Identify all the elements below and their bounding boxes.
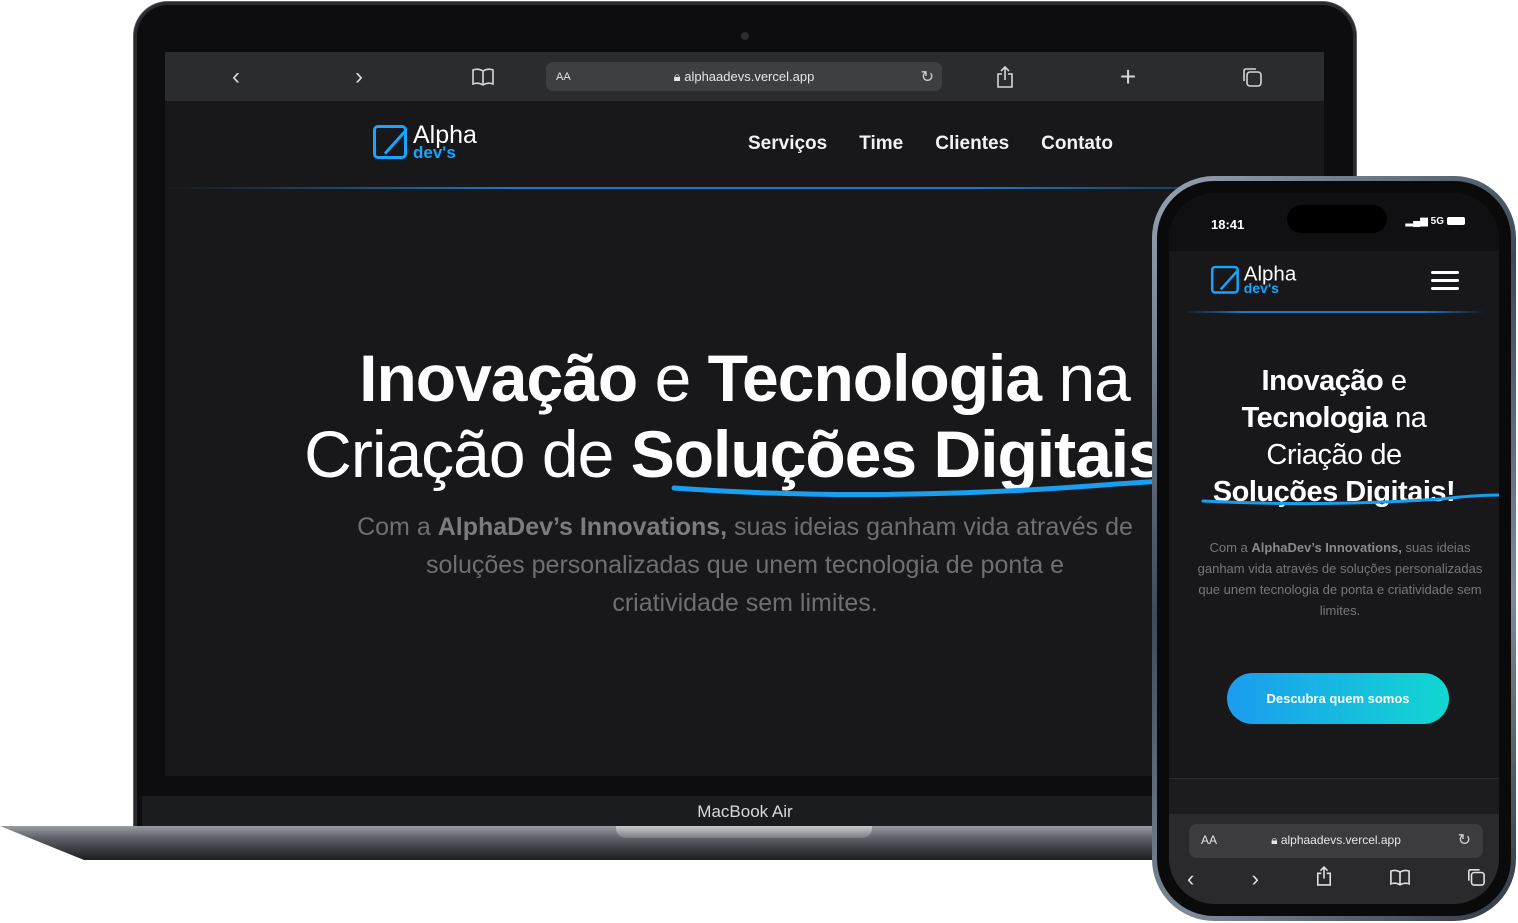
battery-icon [1447, 217, 1465, 226]
hero-word-inovacao: Inovação [359, 341, 638, 415]
nav-item-time[interactable]: Time [859, 133, 903, 155]
phone-sub-pre: Com a [1209, 540, 1248, 555]
signal-bars-icon: ▂▄▆ [1405, 216, 1428, 227]
chevron-right-icon[interactable]: › [1252, 866, 1259, 892]
book-icon[interactable] [1389, 866, 1410, 892]
url-text: 🔒︎ alphaadevs.vercel.app [673, 68, 815, 84]
site-header: Alpha dev's [165, 101, 1324, 190]
phone-bezel: 18:41 ▂▄▆ 5G Alpha dev's Inovação e Tecn… [1157, 181, 1511, 916]
logo-text: Alpha dev's [413, 123, 477, 161]
site-logo[interactable]: Alpha dev's [373, 123, 477, 161]
hamburger-menu-icon[interactable] [1431, 271, 1459, 295]
dynamic-island [1287, 205, 1387, 233]
phone-word-inovacao: Inovação [1261, 365, 1384, 397]
chevron-right-icon[interactable]: › [344, 62, 374, 92]
phone-frame: 18:41 ▂▄▆ 5G Alpha dev's Inovação e Tecn… [1152, 176, 1516, 921]
hero-word-e: e [654, 341, 692, 415]
hero-title-line1: Inovação e Tecnologia na [165, 340, 1324, 416]
laptop-hinge-notch [616, 826, 872, 838]
phone-site-logo[interactable]: Alpha dev's [1211, 264, 1296, 295]
hero-word-criacao-de: Criação de [304, 417, 614, 491]
laptop-screen: ‹ › AA 🔒︎ alphaadevs.vercel.app ↻ + Alph… [165, 52, 1324, 776]
laptop-camera [741, 32, 749, 40]
chevron-left-icon[interactable]: ‹ [221, 62, 251, 92]
nav-item-servicos[interactable]: Serviços [748, 133, 827, 155]
phone-word-criacao-de: Criação de [1266, 439, 1402, 471]
logo-text: Alpha dev's [1244, 264, 1296, 295]
hero-sub-brand: AlphaDev’s Innovations, [437, 513, 728, 541]
phone-safari-bar: AA 🔒︎ alphaadevs.vercel.app ↻ ‹ › [1169, 814, 1499, 904]
logo-mark-icon [1211, 265, 1239, 294]
nav-item-clientes[interactable]: Clientes [935, 133, 1009, 155]
lock-icon: 🔒︎ [673, 68, 681, 84]
phone-page-footer [1169, 778, 1499, 814]
status-network: 5G [1430, 216, 1444, 227]
phone-word-e: e [1390, 365, 1407, 397]
nav-item-contato[interactable]: Contato [1041, 133, 1113, 155]
phone-underline-swoosh [1201, 493, 1499, 506]
status-time: 18:41 [1211, 217, 1245, 232]
hero-word-na: na [1058, 341, 1130, 415]
phone-url-text: 🔒︎ alphaadevs.vercel.app [1271, 833, 1401, 847]
lock-icon: 🔒︎ [1271, 833, 1278, 847]
phone-browser-tools: ‹ › [1187, 865, 1485, 892]
hero-sub-line2: soluções personalizadas que unem tecnolo… [426, 551, 1064, 579]
hero-word-tecnologia: Tecnologia [707, 341, 1042, 415]
hero-subtitle: Com a AlphaDev’s Innovations, suas ideia… [295, 508, 1195, 622]
book-icon[interactable] [468, 62, 498, 92]
logo-mark-icon [373, 124, 407, 159]
phone-word-na: na [1395, 402, 1427, 434]
discover-us-button[interactable]: Descubra quem somos [1227, 673, 1449, 724]
reload-icon[interactable]: ↻ [921, 67, 934, 87]
phone-word-tecnologia: Tecnologia [1241, 402, 1388, 434]
tabs-icon[interactable] [1237, 62, 1267, 92]
hero-sub-pre: Com a [357, 513, 431, 541]
status-signal: ▂▄▆ 5G [1405, 216, 1465, 227]
hero-sub-line3: criatividade sem limites. [612, 589, 878, 617]
phone-status-bar: 18:41 ▂▄▆ 5G [1169, 193, 1499, 251]
tabs-icon[interactable] [1467, 866, 1485, 892]
new-tab-icon[interactable]: + [1113, 62, 1143, 92]
phone-screen: 18:41 ▂▄▆ 5G Alpha dev's Inovação e Tecn… [1169, 193, 1499, 904]
share-icon[interactable] [990, 62, 1020, 92]
laptop-model-label: MacBook Air [697, 802, 793, 821]
phone-sub-brand: AlphaDev’s Innovations, [1251, 540, 1402, 555]
main-nav: Serviços Time Clientes Contato [748, 133, 1113, 155]
reload-icon[interactable]: ↻ [1458, 830, 1471, 850]
address-bar[interactable]: AA 🔒︎ alphaadevs.vercel.app ↻ [546, 62, 942, 91]
phone-address-bar[interactable]: AA 🔒︎ alphaadevs.vercel.app ↻ [1189, 824, 1483, 858]
share-icon[interactable] [1316, 865, 1332, 892]
hero-sub-line1: suas ideias ganham vida através de [734, 513, 1133, 541]
chevron-left-icon[interactable]: ‹ [1187, 866, 1194, 892]
safari-toolbar: ‹ › AA 🔒︎ alphaadevs.vercel.app ↻ + [165, 52, 1324, 101]
phone-hero-subtitle: Com a AlphaDev’s Innovations, suas ideia… [1185, 537, 1495, 621]
